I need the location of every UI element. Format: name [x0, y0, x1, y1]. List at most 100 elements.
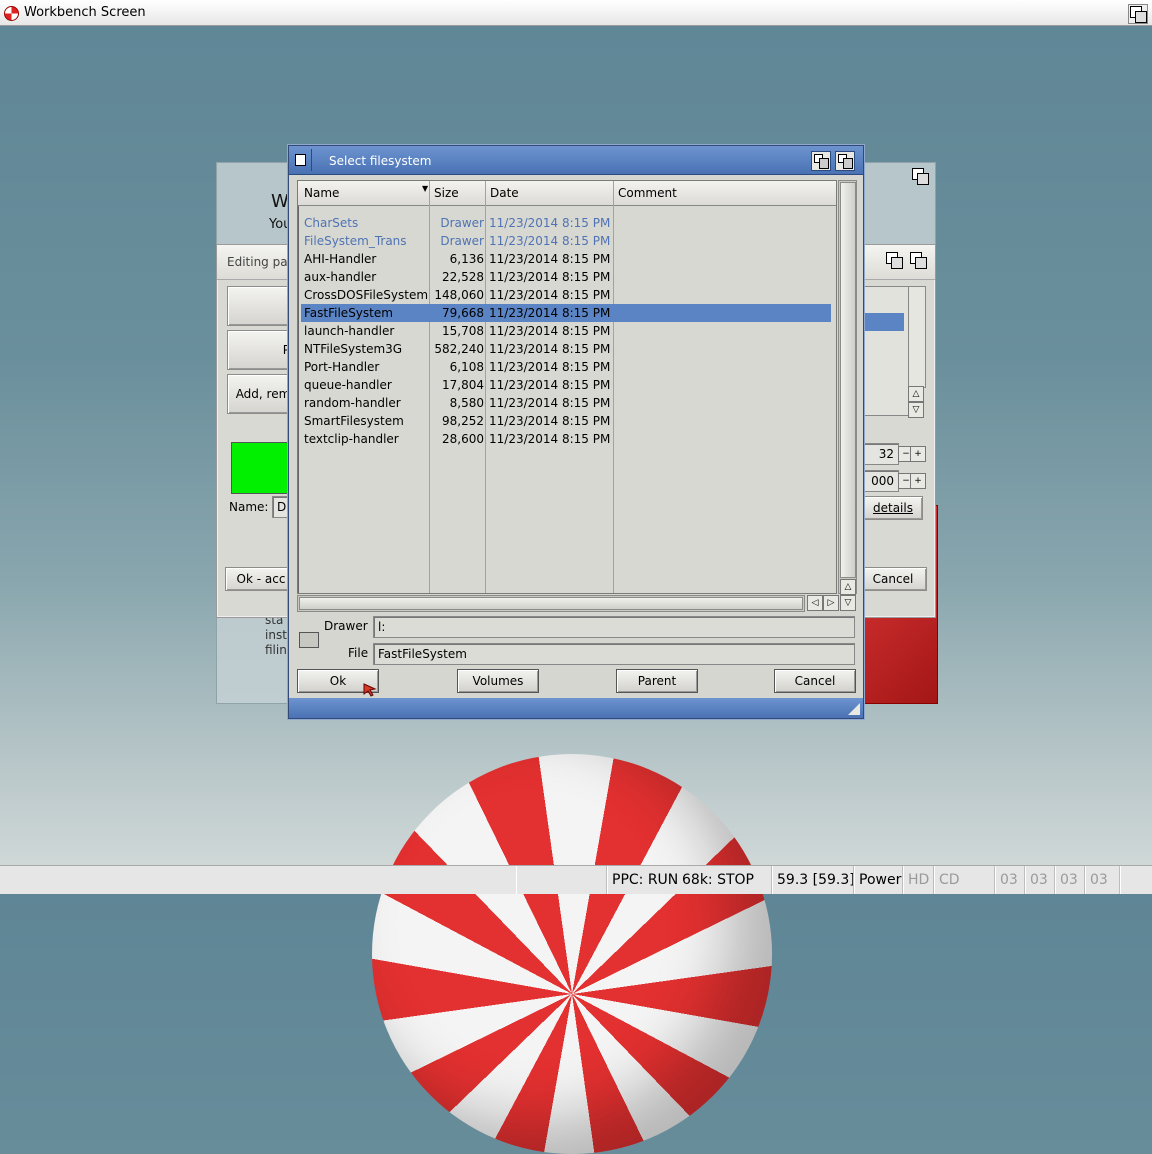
file-row[interactable]: queue-handler 17,804 11/23/2014 8:15 PM [298, 376, 836, 394]
column-header-size[interactable]: Size [434, 186, 459, 200]
status-drive-0: 03 [995, 866, 1022, 894]
file-date: 11/23/2014 8:15 PM [489, 396, 611, 410]
file-name: random-handler [304, 396, 401, 410]
file-row[interactable]: FileSystem_Trans Drawer 11/23/2014 8:15 PM [298, 232, 836, 250]
file-date: 11/23/2014 8:15 PM [489, 252, 611, 266]
cancel-button[interactable]: Cancel [774, 669, 856, 693]
depth-icon[interactable] [835, 151, 855, 171]
status-blank [516, 866, 607, 894]
file-name: SmartFilesystem [304, 414, 404, 428]
file-name: textclip-handler [304, 432, 399, 446]
column-header-comment[interactable]: Comment [618, 186, 677, 200]
file-size: 98,252 [442, 414, 484, 428]
edit-scroll-up-icon[interactable]: △ [908, 386, 924, 402]
drawer-gadget-icon[interactable] [299, 632, 319, 648]
drawer-field-value: l: [378, 620, 386, 634]
stepper-1-field[interactable]: 32 [863, 443, 899, 465]
status-drive-3: 03 [1085, 866, 1112, 894]
status-hd: HD [903, 866, 933, 894]
file-date: 11/23/2014 8:15 PM [489, 288, 611, 302]
stepper-2-plus-button[interactable]: + [910, 473, 926, 489]
scroll-up-icon[interactable]: △ [840, 579, 856, 595]
file-date: 11/23/2014 8:15 PM [489, 432, 611, 446]
zoom-icon[interactable] [811, 151, 831, 171]
file-name: FastFileSystem [304, 306, 393, 320]
ok-accept-button[interactable]: Ok - acc [225, 567, 297, 591]
file-row[interactable]: launch-handler 15,708 11/23/2014 8:15 PM [298, 322, 836, 340]
edit-zoom-icon[interactable] [885, 251, 903, 269]
parent-button[interactable]: Parent [616, 669, 698, 693]
screen-depth-icon[interactable] [1128, 4, 1148, 24]
bg-depth-icon[interactable] [911, 167, 929, 185]
file-date: 11/23/2014 8:15 PM [489, 234, 611, 248]
green-indicator [231, 442, 293, 494]
column-header-date[interactable]: Date [490, 186, 519, 200]
status-cd: CD [934, 866, 964, 894]
column-header-name[interactable]: Name [304, 186, 339, 200]
stepper-2-field[interactable]: 000 [863, 470, 899, 492]
file-field[interactable]: FastFileSystem [373, 643, 855, 665]
file-size: 22,528 [442, 270, 484, 284]
edit-depth-icon[interactable] [909, 251, 927, 269]
file-date: 11/23/2014 8:15 PM [489, 342, 611, 356]
file-size: 79,668 [442, 306, 484, 320]
file-row[interactable]: NTFileSystem3G 582,240 11/23/2014 8:15 PM [298, 340, 836, 358]
file-date: 11/23/2014 8:15 PM [489, 324, 611, 338]
file-date: 11/23/2014 8:15 PM [489, 378, 611, 392]
name-field-value: D [277, 500, 287, 514]
file-size: 8,580 [449, 396, 484, 410]
file-size: 582,240 [434, 342, 484, 356]
file-name: CharSets [304, 216, 359, 230]
edit-list-selection [864, 313, 904, 331]
file-field-value: FastFileSystem [378, 647, 467, 661]
file-name: aux-handler [304, 270, 377, 284]
file-size: 6,108 [449, 360, 484, 374]
file-row[interactable]: aux-handler 22,528 11/23/2014 8:15 PM [298, 268, 836, 286]
file-date: 11/23/2014 8:15 PM [489, 270, 611, 284]
scroll-left-icon[interactable]: ◁ [807, 595, 823, 611]
file-size: Drawer [440, 216, 484, 230]
file-date: 11/23/2014 8:15 PM [489, 306, 611, 320]
requester-bottom-border [289, 698, 863, 718]
file-size: 17,804 [442, 378, 484, 392]
file-size: 148,060 [434, 288, 484, 302]
file-row[interactable]: Port-Handler 6,108 11/23/2014 8:15 PM [298, 358, 836, 376]
requester-title-bar[interactable]: Select filesystem [289, 146, 863, 175]
status-ppc: PPC: RUN [607, 866, 682, 894]
scroll-right-icon[interactable]: ▷ [823, 595, 839, 611]
file-row[interactable]: AHI-Handler 6,136 11/23/2014 8:15 PM [298, 250, 836, 268]
horizontal-scrollbar[interactable] [297, 595, 805, 612]
file-list[interactable]: Name ▼ Size Date Comment CharSets Drawer 1… [297, 180, 837, 594]
status-drive-2: 03 [1055, 866, 1082, 894]
horizontal-scroll-knob[interactable] [299, 597, 803, 610]
status-end-blank [1120, 866, 1145, 894]
vertical-scrollbar[interactable]: △ [838, 180, 857, 595]
edit-scroll-down-icon[interactable]: ▽ [908, 402, 924, 418]
file-row[interactable]: CrossDOSFileSystem 148,060 11/23/2014 8:15… [298, 286, 836, 304]
close-icon[interactable] [295, 154, 306, 166]
name-label: Name: [229, 500, 269, 514]
select-filesystem-requester: Select filesystem Name ▼ Size Date Comme… [288, 145, 864, 719]
edit-cancel-button[interactable]: Cancel [859, 567, 927, 591]
stepper-1-plus-button[interactable]: + [910, 446, 926, 462]
title-separator [311, 149, 312, 171]
boing-ball [372, 754, 772, 1154]
vertical-scroll-knob[interactable] [840, 182, 856, 578]
details-button[interactable]: details [863, 496, 923, 520]
volumes-button[interactable]: Volumes [457, 669, 539, 693]
edit-scroll-knob[interactable] [908, 286, 926, 388]
file-size: 15,708 [442, 324, 484, 338]
sort-arrow-icon: ▼ [422, 184, 429, 193]
file-row[interactable]: FastFileSystem 79,668 11/23/2014 8:15 PM [298, 304, 836, 322]
resize-icon[interactable] [848, 703, 860, 715]
stepper-1-value: 32 [878, 447, 894, 461]
file-row[interactable]: CharSets Drawer 11/23/2014 8:15 PM [298, 214, 836, 232]
file-date: 11/23/2014 8:15 PM [489, 216, 611, 230]
boing-logo-icon [4, 6, 19, 21]
drawer-field[interactable]: l: [373, 616, 855, 638]
file-row[interactable]: SmartFilesystem 98,252 11/23/2014 8:15 PM [298, 412, 836, 430]
file-row[interactable]: textclip-handler 28,600 11/23/2014 8:15 PM [298, 430, 836, 448]
scroll-down-icon[interactable]: ▽ [840, 595, 856, 611]
file-row[interactable]: random-handler 8,580 11/23/2014 8:15 PM [298, 394, 836, 412]
drawer-label: Drawer [324, 619, 368, 633]
